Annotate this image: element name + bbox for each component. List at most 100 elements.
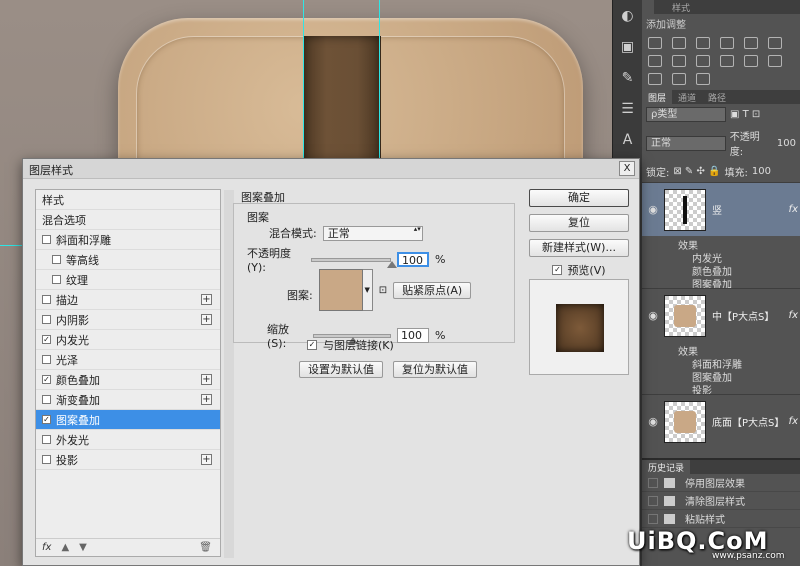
add-effect-icon[interactable]: + [201, 394, 212, 405]
fx-icon[interactable]: fx [789, 416, 798, 427]
hue-icon[interactable] [768, 37, 782, 49]
lock-icons[interactable]: ⊠ ✎ ✣ 🔒 [673, 166, 720, 177]
style-item[interactable]: 描边 + [36, 290, 220, 310]
effects-header[interactable]: 效果 [642, 342, 800, 358]
style-item[interactable]: ✓ 图案叠加 [36, 410, 220, 430]
reset-default-button[interactable]: 复位为默认值 [393, 361, 477, 378]
fx-icon[interactable]: fx [789, 310, 798, 321]
style-item-checkbox[interactable] [42, 355, 51, 364]
tab-paths[interactable]: 路径 [702, 90, 732, 104]
pattern-picker[interactable]: ▼ [318, 269, 373, 311]
gradient-map-icon[interactable] [672, 73, 686, 85]
color-balance-icon[interactable] [648, 55, 662, 67]
style-item-checkbox[interactable] [42, 235, 51, 244]
snap-origin-button[interactable]: 贴紧原点(A) [393, 281, 472, 299]
reset-button[interactable]: 复位 [529, 214, 629, 232]
photo-filter-icon[interactable] [696, 55, 710, 67]
history-item[interactable]: 停用图层效果 [642, 474, 800, 492]
history-item[interactable]: 清除图层样式 [642, 492, 800, 510]
tool-presets-icon[interactable]: ☰ [617, 98, 639, 120]
add-effect-icon[interactable]: + [201, 454, 212, 465]
channel-mixer-icon[interactable] [720, 55, 734, 67]
style-item[interactable]: 样式 [36, 190, 220, 210]
filter-toggle-icon[interactable]: ▣ T ⊡ [730, 109, 760, 120]
ok-button[interactable]: 确定 [529, 189, 629, 207]
fill-value[interactable]: 100 [752, 166, 771, 177]
style-item-checkbox[interactable] [42, 395, 51, 404]
style-item[interactable]: 混合选项 [36, 210, 220, 230]
move-up-icon[interactable]: ▲ [61, 542, 69, 553]
chevron-down-icon[interactable]: ▼ [362, 269, 373, 311]
invert-icon[interactable] [744, 55, 758, 67]
history-item[interactable]: 粘贴样式 [642, 510, 800, 528]
eye-icon[interactable]: ◉ [642, 203, 664, 216]
trash-icon[interactable]: 🗑 [199, 542, 212, 553]
add-effect-icon[interactable]: + [201, 294, 212, 305]
style-item[interactable]: 光泽 [36, 350, 220, 370]
character-icon[interactable]: A [617, 129, 639, 151]
eye-icon[interactable]: ◉ [642, 415, 664, 428]
kind-filter-select[interactable]: ρ类型 [646, 107, 726, 122]
link-checkbox[interactable]: ✓ [307, 340, 317, 350]
eye-icon[interactable]: ◉ [642, 309, 664, 322]
opacity-slider-thumb[interactable] [387, 260, 397, 268]
opacity-value[interactable]: 100 [777, 138, 796, 149]
levels-icon[interactable] [672, 37, 686, 49]
pattern-swatch[interactable] [318, 269, 363, 311]
new-style-button[interactable]: 新建样式(W)... [529, 239, 629, 257]
close-button[interactable]: X [619, 161, 635, 176]
style-item[interactable]: ✓ 颜色叠加 + [36, 370, 220, 390]
style-item-checkbox[interactable] [52, 275, 61, 284]
preview-checkbox[interactable]: ✓ [552, 265, 563, 275]
posterize-icon[interactable] [768, 55, 782, 67]
bw-icon[interactable] [672, 55, 686, 67]
tab-channels[interactable]: 通道 [672, 90, 702, 104]
brightness-icon[interactable] [648, 37, 662, 49]
vibrance-icon[interactable] [744, 37, 758, 49]
style-item[interactable]: 渐变叠加 + [36, 390, 220, 410]
tab-adjust-2[interactable] [654, 0, 666, 14]
threshold-icon[interactable] [648, 73, 662, 85]
style-item[interactable]: ✓ 内发光 [36, 330, 220, 350]
effect-item[interactable]: 内发光 [642, 249, 800, 265]
set-default-button[interactable]: 设置为默认值 [299, 361, 383, 378]
style-item-checkbox[interactable]: ✓ [42, 335, 51, 344]
blend-mode-select[interactable]: 正常 [322, 225, 423, 241]
selective-color-icon[interactable] [696, 73, 710, 85]
adjust-panel-icon[interactable]: ◐ [617, 5, 639, 27]
new-preset-icon[interactable]: ⊡ [379, 285, 387, 296]
history-checkbox[interactable] [648, 513, 658, 524]
style-item[interactable]: 外发光 [36, 430, 220, 450]
style-item-checkbox[interactable]: ✓ [42, 415, 51, 424]
brush-icon[interactable]: ✎ [617, 67, 639, 89]
curves-icon[interactable] [696, 37, 710, 49]
tab-layers[interactable]: 图层 [642, 90, 673, 104]
style-item-checkbox[interactable]: ✓ [42, 375, 51, 384]
style-item-checkbox[interactable] [42, 455, 51, 464]
layer-row[interactable]: ◉ 底面【P大点S】 fx [642, 394, 800, 448]
effect-item[interactable]: 图案叠加 [642, 275, 800, 291]
layer-row[interactable]: ◉ 中【P大点S】 fx [642, 288, 800, 342]
history-checkbox[interactable] [648, 477, 658, 488]
style-item[interactable]: 等高线 [36, 250, 220, 270]
style-item[interactable]: 内阴影 + [36, 310, 220, 330]
scale-input[interactable]: 100 [397, 328, 429, 343]
add-effect-icon[interactable]: + [201, 374, 212, 385]
exposure-icon[interactable] [720, 37, 734, 49]
tab-adjust[interactable] [642, 0, 654, 14]
style-item-checkbox[interactable] [42, 295, 51, 304]
layer-comps-icon[interactable]: ▣ [617, 36, 639, 58]
blend-mode-select[interactable]: 正常 [646, 135, 726, 151]
fx-icon[interactable]: fx [789, 204, 798, 215]
style-item[interactable]: 斜面和浮雕 [36, 230, 220, 250]
dialog-titlebar[interactable]: 图层样式 X [23, 159, 639, 179]
style-item-checkbox[interactable] [42, 435, 51, 444]
add-effect-icon[interactable]: + [201, 314, 212, 325]
fx-icon[interactable]: fx [42, 542, 51, 553]
effect-item[interactable]: 图案叠加 [642, 368, 800, 384]
tab-styles[interactable]: 样式 [666, 0, 696, 14]
style-item[interactable]: 纹理 [36, 270, 220, 290]
style-item-checkbox[interactable] [52, 255, 61, 264]
move-down-icon[interactable]: ▼ [79, 542, 87, 553]
history-checkbox[interactable] [648, 495, 658, 506]
